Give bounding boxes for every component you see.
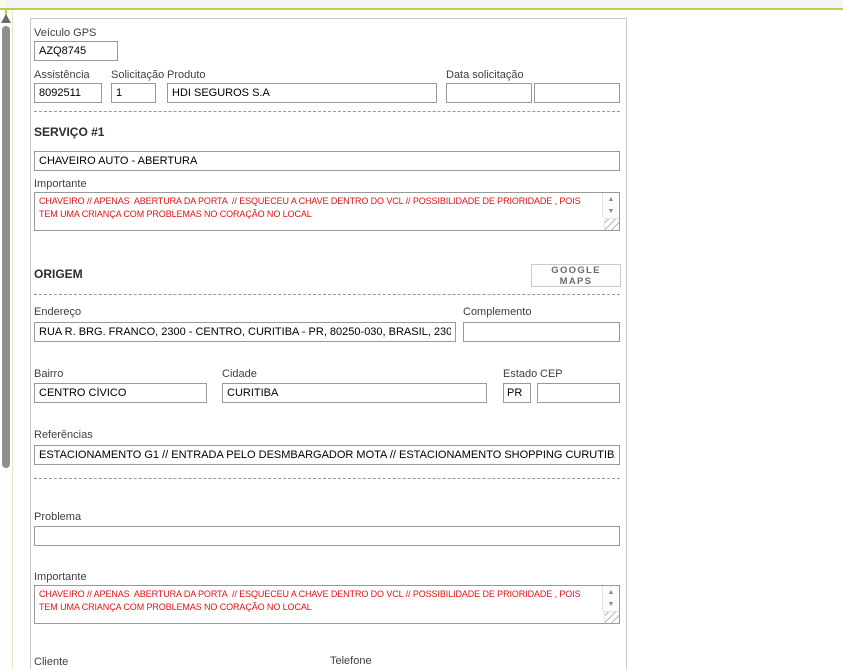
section-divider [34,294,620,295]
product-label: Produto [167,69,206,81]
resize-grip-icon[interactable] [604,611,619,623]
address-label: Endereço [34,306,82,318]
top-strip [0,0,843,8]
service-input[interactable] [34,151,620,171]
zip-code-label: CEP [540,368,563,380]
assistance-label: Assistência [34,69,90,81]
important-origin-label: Importante [34,571,87,583]
vehicle-gps-label: Veículo GPS [34,27,97,39]
request-time-input[interactable] [534,83,620,103]
scroll-up-icon[interactable]: ▲ [603,193,619,205]
service-heading: SERVIÇO #1 [34,125,105,139]
state-label: Estado [503,368,538,380]
city-label: Cidade [222,368,257,380]
important-origin-textarea[interactable]: CHAVEIRO // APENAS ABERTURA DA PORTA // … [34,585,620,624]
solicitation-label: Solicitação [111,69,165,81]
product-input[interactable] [167,83,437,103]
district-input[interactable] [34,383,207,403]
scroll-up-icon[interactable]: ▲ [603,586,619,598]
assistance-input[interactable] [34,83,102,103]
phone-label: Telefone [330,655,372,667]
resize-grip-icon[interactable] [604,218,619,230]
references-label: Referências [34,429,93,441]
important-service-text: CHAVEIRO // APENAS ABERTURA DA PORTA // … [39,196,583,219]
zip-code-input[interactable] [537,383,620,403]
state-input[interactable] [503,383,531,403]
section-divider [34,478,620,479]
textarea-scrollbar[interactable]: ▲ ▼ [602,193,619,218]
district-label: Bairro [34,368,64,380]
references-input[interactable] [34,445,620,465]
complement-input[interactable] [463,322,620,342]
solicitation-input[interactable] [111,83,156,103]
top-accent-corner [0,0,6,8]
scroll-down-icon[interactable]: ▼ [603,598,619,610]
service-order-page: Veículo GPS Assistência Solicitação Prod… [0,0,843,669]
scrollbar-track-line [12,10,13,669]
complement-label: Complemento [463,306,532,318]
google-maps-button[interactable]: GOOGLE MAPS [531,264,621,287]
form-panel [30,18,627,669]
problem-label: Problema [34,511,82,523]
important-origin-text: CHAVEIRO // APENAS ABERTURA DA PORTA // … [39,589,583,612]
textarea-scrollbar[interactable]: ▲ ▼ [602,586,619,611]
section-divider [34,111,620,112]
origin-heading: ORIGEM [34,267,83,281]
address-input[interactable] [34,322,456,342]
problem-input[interactable] [34,526,620,546]
important-service-label: Importante [34,178,87,190]
city-input[interactable] [222,383,487,403]
important-service-textarea[interactable]: CHAVEIRO // APENAS ABERTURA DA PORTA // … [34,192,620,231]
request-date-label: Data solicitação [446,69,524,81]
vehicle-gps-input[interactable] [34,41,118,61]
request-date-input[interactable] [446,83,532,103]
scroll-up-icon[interactable] [1,14,11,23]
vertical-scrollbar-thumb[interactable] [2,26,10,468]
accent-bar [0,8,843,10]
scroll-down-icon[interactable]: ▼ [603,205,619,217]
client-label: Cliente [34,656,69,668]
